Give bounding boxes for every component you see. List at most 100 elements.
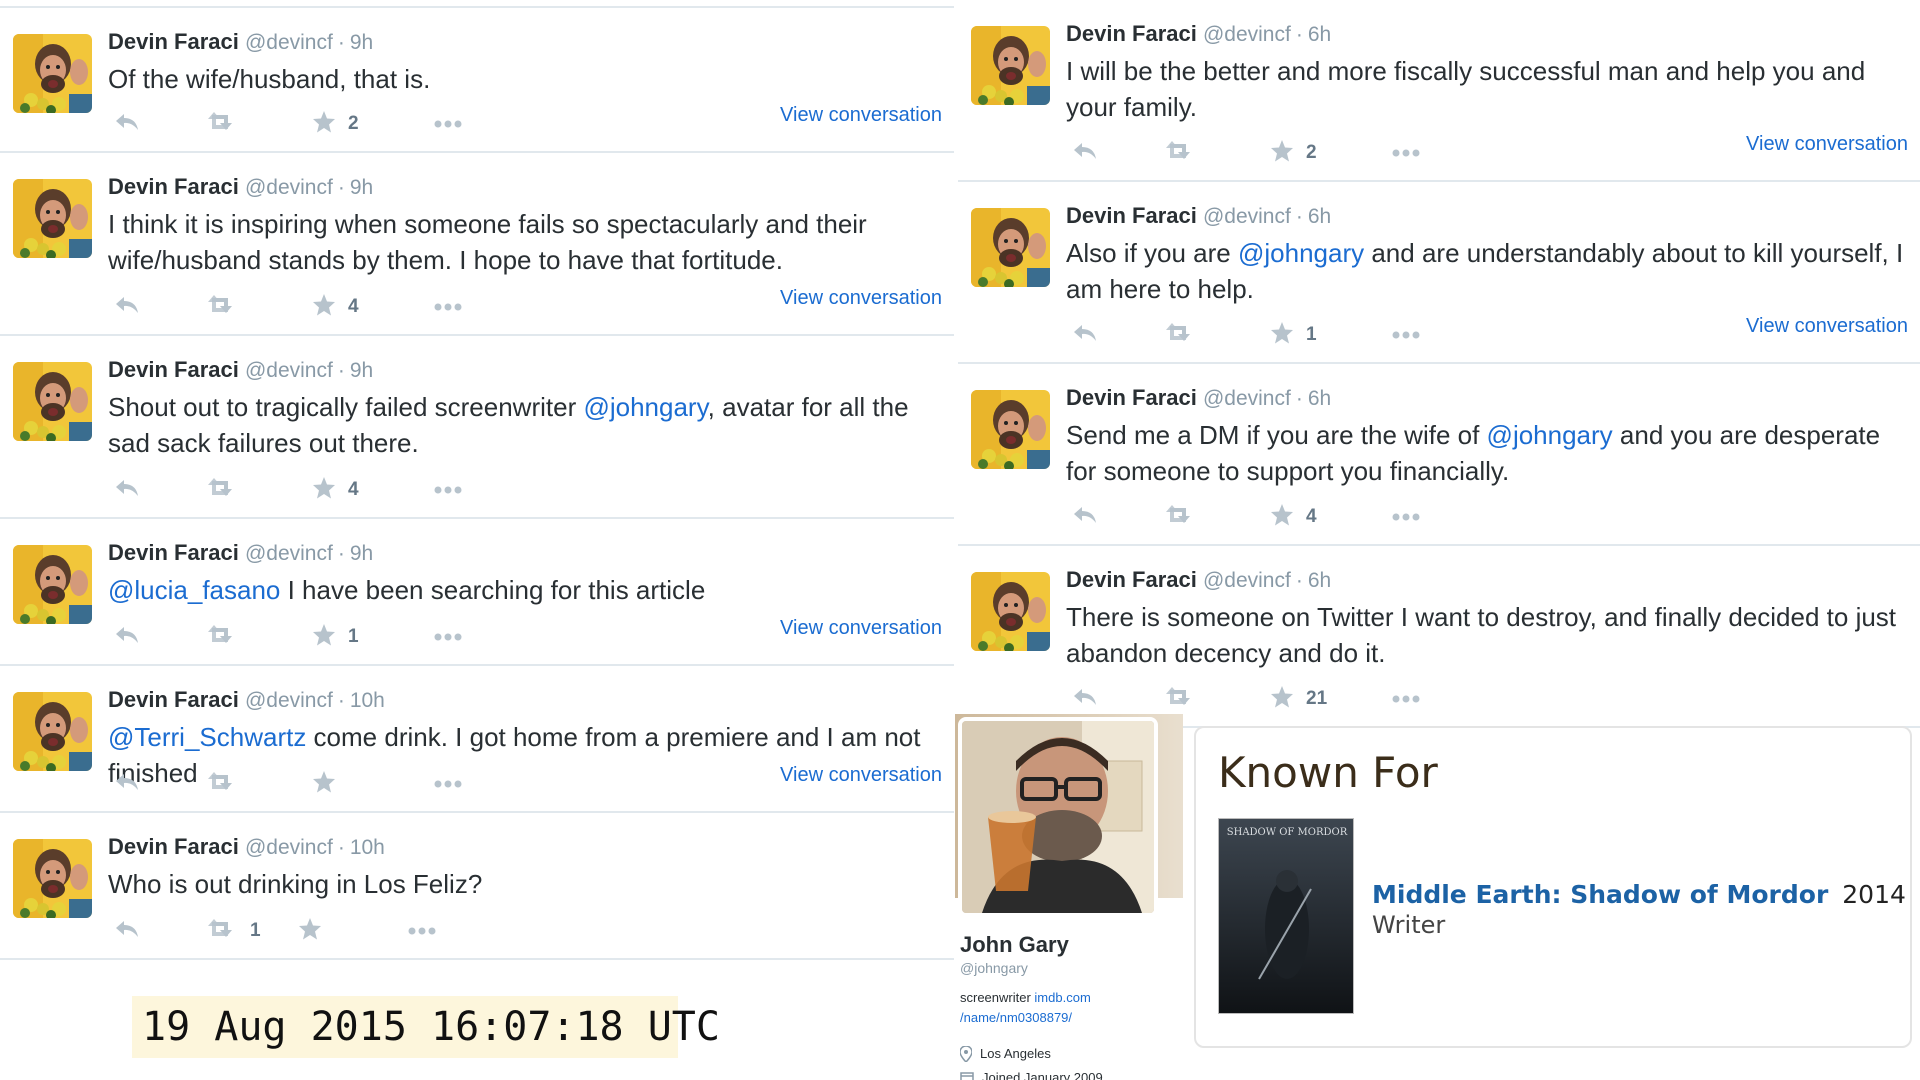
tweet-time[interactable]: 6h [1308, 569, 1331, 592]
view-conversation-link[interactable]: View conversation [1746, 133, 1908, 156]
tweet[interactable]: Devin Faraci @devincf · 6h There is someone… [958, 546, 1920, 728]
reply-button[interactable] [114, 622, 140, 652]
author-handle[interactable]: @devincf [1203, 205, 1291, 228]
more-button[interactable] [1392, 502, 1420, 532]
avatar[interactable] [13, 34, 92, 113]
mention-link[interactable]: @johngary [583, 392, 707, 422]
tweet[interactable]: Devin Faraci @devincf · 10h @Terri_Schwartz… [0, 666, 954, 813]
author-name[interactable]: Devin Faraci [108, 357, 239, 382]
tweet[interactable]: Devin Faraci @devincf · 6h I will be the be… [958, 0, 1920, 182]
retweet-button[interactable] [1164, 138, 1208, 168]
tweet-time[interactable]: 10h [350, 836, 385, 859]
reply-button[interactable] [114, 769, 140, 799]
author-handle[interactable]: @devincf [245, 542, 333, 565]
retweet-button[interactable]: 1 [206, 916, 261, 946]
movie-title-link[interactable]: Middle Earth: Shadow of Mordor [1372, 880, 1828, 909]
more-button[interactable] [434, 292, 462, 322]
author-name[interactable]: Devin Faraci [1066, 21, 1197, 46]
author-name[interactable]: Devin Faraci [1066, 203, 1197, 228]
view-conversation-link[interactable]: View conversation [780, 104, 942, 127]
author-handle[interactable]: @devincf [245, 359, 333, 382]
author-name[interactable]: Devin Faraci [108, 834, 239, 859]
favorite-button[interactable]: 1 [1270, 320, 1317, 350]
avatar[interactable] [971, 208, 1050, 287]
avatar[interactable] [958, 717, 1158, 917]
retweet-button[interactable] [206, 475, 250, 505]
view-conversation-link[interactable]: View conversation [780, 287, 942, 310]
tweet-time[interactable]: 10h [350, 689, 385, 712]
mention-link[interactable]: @Terri_Schwartz [108, 722, 306, 752]
avatar[interactable] [13, 692, 92, 771]
retweet-button[interactable] [206, 292, 250, 322]
more-button[interactable] [408, 916, 436, 946]
more-button[interactable] [434, 109, 462, 139]
more-button[interactable] [434, 769, 462, 799]
more-button[interactable] [1392, 320, 1420, 350]
avatar[interactable] [13, 179, 92, 258]
tweet-time[interactable]: 6h [1308, 205, 1331, 228]
author-name[interactable]: Devin Faraci [108, 687, 239, 712]
author-name[interactable]: Devin Faraci [108, 540, 239, 565]
author-handle[interactable]: @devincf [1203, 569, 1291, 592]
author-name[interactable]: Devin Faraci [1066, 567, 1197, 592]
favorite-button[interactable]: 21 [1270, 684, 1327, 714]
favorite-button[interactable]: 4 [312, 475, 359, 505]
view-conversation-link[interactable]: View conversation [780, 764, 942, 787]
favorite-button[interactable] [298, 916, 334, 946]
tweet-time[interactable]: 9h [350, 542, 373, 565]
tweet-time[interactable]: 9h [350, 31, 373, 54]
reply-button[interactable] [1072, 138, 1098, 168]
view-conversation-link[interactable]: View conversation [1746, 315, 1908, 338]
reply-button[interactable] [114, 916, 140, 946]
avatar[interactable] [971, 26, 1050, 105]
retweet-button[interactable] [206, 769, 250, 799]
tweet[interactable]: Devin Faraci @devincf · 9h @lucia_fasano I … [0, 519, 954, 666]
author-handle[interactable]: @devincf [245, 836, 333, 859]
avatar[interactable] [13, 545, 92, 624]
mention-link[interactable]: @johngary [1238, 238, 1364, 268]
more-button[interactable] [1392, 138, 1420, 168]
tweet-time[interactable]: 9h [350, 359, 373, 382]
reply-button[interactable] [1072, 684, 1098, 714]
favorite-button[interactable] [312, 769, 348, 799]
author-name[interactable]: Devin Faraci [108, 29, 239, 54]
reply-button[interactable] [114, 475, 140, 505]
favorite-button[interactable]: 4 [1270, 502, 1317, 532]
avatar[interactable] [13, 839, 92, 918]
tweet[interactable]: Devin Faraci @devincf · 9h Shout out to tra… [0, 336, 954, 519]
profile-name[interactable]: John Gary [960, 932, 1180, 958]
author-name[interactable]: Devin Faraci [1066, 385, 1197, 410]
mention-link[interactable]: @lucia_fasano [108, 575, 280, 605]
movie-poster[interactable]: SHADOW OF MORDOR [1218, 818, 1354, 1014]
tweet[interactable]: Devin Faraci @devincf · 6h Also if you are … [958, 182, 1920, 364]
favorite-button[interactable]: 2 [1270, 138, 1317, 168]
retweet-button[interactable] [1164, 320, 1208, 350]
more-button[interactable] [434, 622, 462, 652]
more-button[interactable] [434, 475, 462, 505]
author-handle[interactable]: @devincf [1203, 23, 1291, 46]
profile-bio-link-path[interactable]: /name/nm0308879/ [960, 1010, 1072, 1025]
tweet[interactable]: Devin Faraci @devincf · 10h Who is out drin… [0, 813, 954, 960]
reply-button[interactable] [1072, 502, 1098, 532]
reply-button[interactable] [1072, 320, 1098, 350]
view-conversation-link[interactable]: View conversation [780, 617, 942, 640]
reply-button[interactable] [114, 109, 140, 139]
tweet-time[interactable]: 6h [1308, 387, 1331, 410]
favorite-button[interactable]: 1 [312, 622, 359, 652]
favorite-button[interactable]: 4 [312, 292, 359, 322]
tweet-time[interactable]: 9h [350, 176, 373, 199]
retweet-button[interactable] [1164, 502, 1208, 532]
reply-button[interactable] [114, 292, 140, 322]
favorite-button[interactable]: 2 [312, 109, 359, 139]
author-name[interactable]: Devin Faraci [108, 174, 239, 199]
tweet[interactable]: Devin Faraci @devincf · 9h I think it is in… [0, 153, 954, 336]
author-handle[interactable]: @devincf [245, 176, 333, 199]
profile-bio-link[interactable]: imdb.com [1034, 990, 1090, 1005]
avatar[interactable] [971, 390, 1050, 469]
author-handle[interactable]: @devincf [245, 689, 333, 712]
tweet[interactable]: Devin Faraci @devincf · 9h Of the wife/husb… [0, 6, 954, 153]
author-handle[interactable]: @devincf [245, 31, 333, 54]
author-handle[interactable]: @devincf [1203, 387, 1291, 410]
tweet[interactable]: Devin Faraci @devincf · 6h Send me a DM if … [958, 364, 1920, 546]
retweet-button[interactable] [206, 109, 250, 139]
